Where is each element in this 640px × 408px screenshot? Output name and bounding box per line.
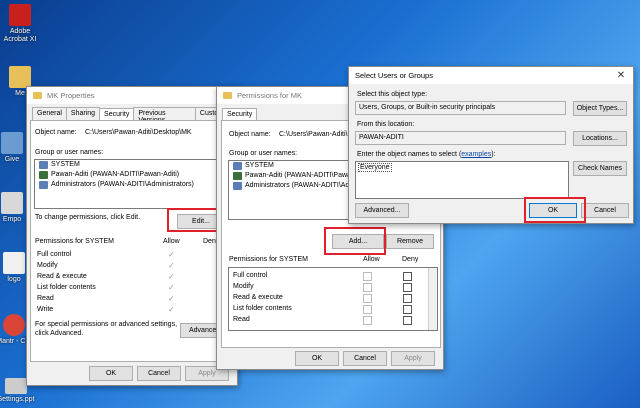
folder-icon [223,92,232,99]
user-icon [233,172,242,180]
permission-row: Write ✓ [37,305,175,314]
image-file-icon [3,252,25,274]
object-name-value: C:\Users\Pawan-Aditi\Desktop\MK [85,129,192,136]
deny-checkbox[interactable] [403,294,412,303]
object-name-label: Object name: [229,131,271,138]
document-icon [5,378,27,394]
folder-icon [9,66,31,88]
ok-button[interactable]: OK [89,366,133,381]
acrobat-icon [9,4,31,26]
advanced-button[interactable]: Advanced... [355,203,409,218]
deny-checkbox[interactable] [403,283,412,292]
permissions-list: Full control ✓ Modify ✓ Read & execute ✓ Li… [37,249,227,315]
allow-check-icon: ✓ [168,305,175,314]
object-types-button[interactable]: Object Types... [573,101,627,116]
ok-button[interactable]: OK [295,351,339,366]
object-name-value: C:\Users\Pawan-Aditi\D [279,131,353,138]
location-field: PAWAN-ADITI [355,131,566,145]
desktop-icon-label: Settings.ppt [0,396,35,403]
users-group-icon [233,162,242,170]
special-permissions-hint-2: click Advanced. [35,330,84,337]
user-icon [39,171,48,179]
entered-name: Everyone [358,163,392,172]
tab-security[interactable]: Security [222,108,258,120]
examples-link[interactable]: examples [461,151,491,158]
permission-row: Read ✓ [37,294,175,303]
location-label: From this location: [357,121,415,128]
window-title: Select Users or Groups [355,71,433,80]
apply-button[interactable]: Apply [391,351,435,366]
allow-checkbox[interactable] [363,305,372,314]
mk-properties-titlebar[interactable]: MK Properties [27,87,237,104]
desktop-icon-label: Adobe Acrobat XI [3,28,37,43]
allow-checkbox[interactable] [363,283,372,292]
list-item[interactable]: Administrators (PAWAN-ADITI\Administrato… [35,180,227,190]
list-item[interactable]: Pawan-Aditi (PAWAN-ADITI\Pawan-Aditi) [35,170,227,180]
object-type-label: Select this object type: [357,91,428,98]
allow-checkbox[interactable] [363,294,372,303]
allow-check-icon: ✓ [168,294,175,303]
object-name-label: Object name: [35,129,77,136]
permission-row: Read & execute ✓ [37,272,175,281]
folder-icon [33,92,42,99]
permission-row: Modify [233,281,429,292]
deny-checkbox[interactable] [403,305,412,314]
permission-rows: Full control Modify Read & execute List … [233,270,429,325]
allow-check-icon: ✓ [168,261,175,270]
deny-header: Deny [402,256,419,263]
add-highlight-box [324,227,386,255]
users-group-icon [39,161,48,169]
permissions-for-label: Permissions for SYSTEM [229,256,308,263]
cancel-button[interactable]: Cancel [581,203,629,218]
mk-properties-window: MK Properties General Sharing Security P… [26,86,240,386]
object-names-input[interactable]: Everyone [355,161,569,199]
allow-checkbox[interactable] [363,316,372,325]
desktop-icon-acrobat[interactable]: Adobe Acrobat XI [0,4,40,44]
chrome-icon [3,314,25,336]
permission-row: Read [233,314,429,325]
security-tab-panel: Object name: C:\Users\Pawan-Aditi\Deskto… [30,120,240,362]
users-group-icon [39,181,48,189]
permission-row: Read & execute [233,292,429,303]
document-icon [1,132,23,154]
select-users-titlebar[interactable]: Select Users or Groups ✕ [349,67,633,84]
document-icon [1,192,23,214]
permissions-list: Full control Modify Read & execute List … [228,267,438,331]
deny-checkbox[interactable] [403,272,412,281]
permissions-scrollbar[interactable] [428,268,437,330]
cancel-button[interactable]: Cancel [343,351,387,366]
locations-button[interactable]: Locations... [573,131,627,146]
allow-check-icon: ✓ [168,250,175,259]
allow-header: Allow [163,238,180,245]
remove-button[interactable]: Remove [386,234,434,249]
ok-highlight-box [524,197,586,223]
permission-row: List folder contents [233,303,429,314]
permission-row: Full control ✓ [37,250,175,259]
deny-checkbox[interactable] [403,316,412,325]
check-names-button[interactable]: Check Names [573,161,627,176]
window-title: MK Properties [47,91,95,100]
select-users-window: Select Users or Groups ✕ Select this obj… [348,66,634,224]
window-title: Permissions for MK [237,91,303,100]
list-item[interactable]: SYSTEM [35,160,227,170]
object-type-field: Users, Groups, or Built-in security prin… [355,101,566,115]
allow-checkbox[interactable] [363,272,372,281]
allow-check-icon: ✓ [168,272,175,281]
permission-row: List folder contents ✓ [37,283,175,292]
group-names-label: Group or user names: [35,149,104,156]
change-permissions-hint: To change permissions, click Edit. [35,214,141,221]
permission-row: Full control [233,270,429,281]
close-icon[interactable]: ✕ [609,70,633,81]
allow-header: Allow [363,256,380,263]
users-group-icon [233,182,242,190]
cancel-button[interactable]: Cancel [137,366,181,381]
enter-names-label: Enter the object names to select (exampl… [357,151,496,158]
permission-row: Modify ✓ [37,261,175,270]
special-permissions-hint: For special permissions or advanced sett… [35,321,178,328]
group-names-label: Group or user names: [229,150,298,157]
user-list[interactable]: SYSTEM Pawan-Aditi (PAWAN-ADITI\Pawan-Ad… [34,159,228,209]
allow-check-icon: ✓ [168,283,175,292]
permissions-for-label: Permissions for SYSTEM [35,238,114,245]
